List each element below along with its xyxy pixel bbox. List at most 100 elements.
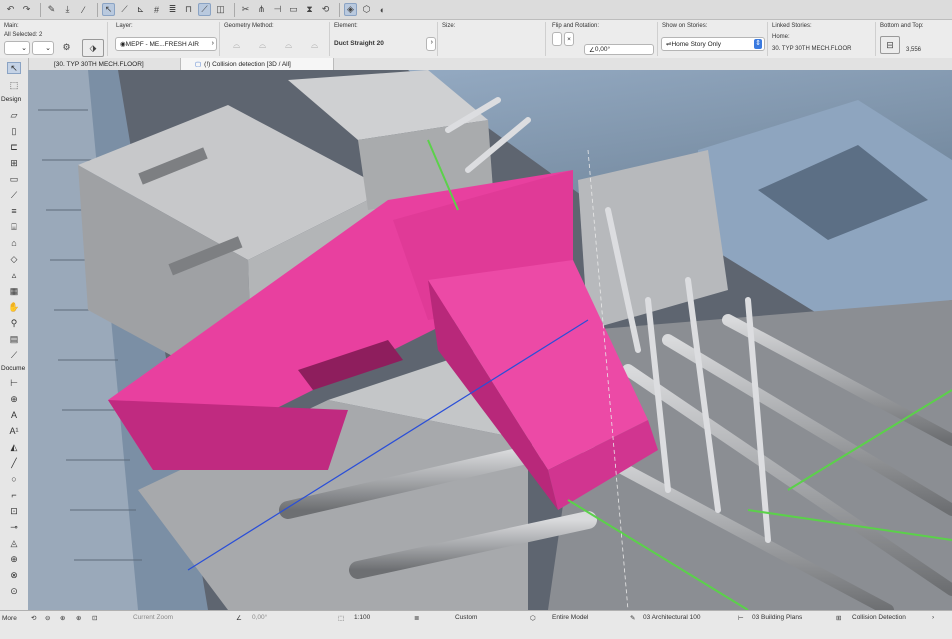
detail-tool-icon[interactable]: ⊗ — [7, 569, 21, 581]
camera-tool-icon[interactable]: ⊙ — [7, 585, 21, 597]
magic-wand-icon[interactable]: ⟋ — [198, 3, 211, 16]
trim-icon[interactable]: ✂ — [239, 3, 252, 16]
text-tool-icon[interactable]: A — [7, 409, 21, 421]
geometry-arc-icon[interactable]: ⌓ — [308, 39, 321, 52]
flip-x-checkbox[interactable]: × — [564, 32, 574, 46]
element-value: Duct Straight 20 — [334, 40, 384, 47]
curtain-wall-tool-icon[interactable]: ▦ — [7, 285, 21, 297]
drawing-tool-icon[interactable]: ⊡ — [7, 505, 21, 517]
selection-count: All Selected: 2 — [4, 32, 43, 38]
favorites-icon[interactable]: ⚙ — [60, 41, 73, 54]
layer-value: MEPF - ME...FRESH AIR — [125, 40, 199, 48]
marquee-tool-icon[interactable]: ⬚ — [7, 79, 21, 91]
morph-tool-icon[interactable]: ✋ — [7, 301, 21, 313]
chevron-right-icon: › — [211, 40, 214, 47]
geometry-polyline-icon[interactable]: ⌓ — [282, 39, 295, 52]
elevation-icon[interactable]: ⊟ — [880, 36, 900, 54]
wall-tool-icon[interactable]: ▱ — [7, 109, 21, 121]
geometry-label: Geometry Method: — [224, 23, 274, 29]
column-tool-icon[interactable]: ▯ — [7, 125, 21, 137]
suspend-groups-icon[interactable]: ◫ — [214, 3, 227, 16]
level-dimension-tool-icon[interactable]: ⊕ — [7, 393, 21, 405]
railing-tool-icon[interactable]: ⌸ — [7, 221, 21, 233]
arrow-tool-icon[interactable]: ↖ — [7, 62, 21, 74]
offset-icon[interactable]: ▭ — [287, 3, 300, 16]
main-toolbar: ↶ ↷ ✎ ⤓ ⁄ ↖ ⟋ ⊾ # ≣ ⊓ ⟋ ◫ ✂ ⋔ ⊣ ▭ ⧗ ⟲ ◈ … — [0, 0, 952, 20]
undo-icon[interactable]: ↶ — [4, 3, 17, 16]
geometry-straight-icon[interactable]: ⌓ — [230, 39, 243, 52]
zone-tool-icon[interactable]: ▤ — [7, 333, 21, 345]
snap-icon[interactable]: ⊾ — [134, 3, 147, 16]
selection-mode-dropdown[interactable]: ⌄ — [4, 41, 30, 55]
fit-window-icon[interactable]: ⊡ — [92, 614, 97, 622]
fill-tool-icon[interactable]: ◭ — [7, 441, 21, 453]
angle-icon: ∠ — [236, 615, 242, 622]
linked-stories-label: Linked Stories: — [772, 23, 812, 29]
viewport-3d[interactable] — [28, 70, 952, 610]
pen-set-field[interactable]: 03 Architectural 100 — [643, 614, 700, 621]
zoom-out-icon[interactable]: ⟲ — [31, 614, 36, 622]
model-view-field[interactable]: Entire Model — [552, 614, 589, 621]
flip-checkbox[interactable] — [552, 32, 562, 46]
guide-line-icon[interactable]: ⟋ — [118, 3, 131, 16]
dimension-tool-icon[interactable]: ⊢ — [7, 377, 21, 389]
rotate-icon[interactable]: ⟲ — [319, 3, 332, 16]
settings-dialog-button[interactable]: ⬗ — [82, 39, 104, 57]
rendering-icon[interactable]: ◈ — [344, 3, 357, 16]
arc-tool-icon[interactable]: ○ — [7, 473, 21, 485]
geometry-curved-icon[interactable]: ⌓ — [256, 39, 269, 52]
angle-field[interactable]: 0,00° — [252, 614, 267, 621]
adjust-icon[interactable]: ⊣ — [271, 3, 284, 16]
eyedropper-icon[interactable]: ⁄ — [77, 3, 90, 16]
line-tool-icon[interactable]: ╱ — [7, 457, 21, 469]
door-tool-icon[interactable]: ⊏ — [7, 141, 21, 153]
view-3d-icon[interactable]: ⬡ — [360, 3, 373, 16]
surfaces-icon[interactable]: ◐ — [376, 3, 389, 16]
element-more-button[interactable]: › — [426, 37, 436, 51]
mep-tool-icon[interactable]: ⟋ — [7, 349, 21, 361]
worksheet-tool-icon[interactable]: ⊕ — [7, 553, 21, 565]
window-tool-icon[interactable]: ⊞ — [7, 157, 21, 169]
zoom-in-icon[interactable]: ⊖ — [45, 614, 50, 622]
object-tool-icon[interactable]: ⚲ — [7, 317, 21, 329]
split-icon[interactable]: ⋔ — [255, 3, 268, 16]
label-tool-icon[interactable]: A¹ — [7, 425, 21, 437]
main-section: Main: All Selected: 2 ⌄ ⌄ ⚙ ⬗ — [0, 22, 108, 57]
slab-tool-icon[interactable]: ⟋ — [7, 189, 21, 201]
stair-tool-icon[interactable]: ≡ — [7, 205, 21, 217]
redo-icon[interactable]: ↷ — [20, 3, 33, 16]
tab-floor-plan[interactable]: [30. TYP 30TH MECH.FLOOR] — [40, 58, 180, 70]
tab-floor-plan-label: [30. TYP 30TH MECH.FLOOR] — [54, 60, 144, 68]
pan-icon[interactable]: ⊕ — [76, 614, 81, 622]
renovation-field[interactable]: Collision Detection — [852, 614, 906, 621]
mirror-icon[interactable]: ⧗ — [303, 3, 316, 16]
layer-combo-field[interactable]: Custom — [455, 614, 477, 621]
pick-up-icon[interactable]: ✎ — [45, 3, 58, 16]
show-on-stories-label: Show on Stories: — [662, 23, 708, 29]
polyline-tool-icon[interactable]: ⌐ — [7, 489, 21, 501]
layer-dropdown[interactable]: ◉ MEPF - ME...FRESH AIR › — [115, 37, 217, 51]
layers-icon[interactable]: ≣ — [166, 3, 179, 16]
tab-collision-detection[interactable]: ▢ (!) Collision detection [3D / All] — [180, 58, 334, 70]
beam-tool-icon[interactable]: ▭ — [7, 173, 21, 185]
rotation-field[interactable]: ∠ 0,00° — [584, 44, 654, 55]
current-zoom-field[interactable]: Current Zoom — [133, 614, 173, 621]
elevation-tool-icon[interactable]: ◬ — [7, 537, 21, 549]
lock-icon[interactable]: ⊓ — [182, 3, 195, 16]
linked-stories-section: Linked Stories: Home: 30. TYP 30TH MECH.… — [768, 22, 876, 56]
zoom-fit-icon[interactable]: ⊕ — [60, 614, 65, 622]
chevron-right-icon[interactable]: › — [932, 614, 934, 621]
grid-icon[interactable]: # — [150, 3, 163, 16]
arrow-tool-icon[interactable]: ↖ — [102, 3, 115, 16]
more-label[interactable]: More — [2, 615, 17, 622]
scale-field[interactable]: 1:100 — [354, 614, 370, 621]
show-on-stories-dropdown[interactable]: ⇌ Home Story Only ⇕ — [661, 37, 765, 51]
mesh-tool-icon[interactable]: ▵ — [7, 269, 21, 281]
element-type-dropdown[interactable]: ⌄ — [32, 41, 54, 55]
dimension-field[interactable]: 03 Building Plans — [752, 614, 802, 621]
shell-tool-icon[interactable]: ◇ — [7, 253, 21, 265]
main-label: Main: — [4, 23, 19, 29]
roof-tool-icon[interactable]: ⌂ — [7, 237, 21, 249]
inject-icon[interactable]: ⤓ — [61, 3, 74, 16]
section-tool-icon[interactable]: ⊸ — [7, 521, 21, 533]
